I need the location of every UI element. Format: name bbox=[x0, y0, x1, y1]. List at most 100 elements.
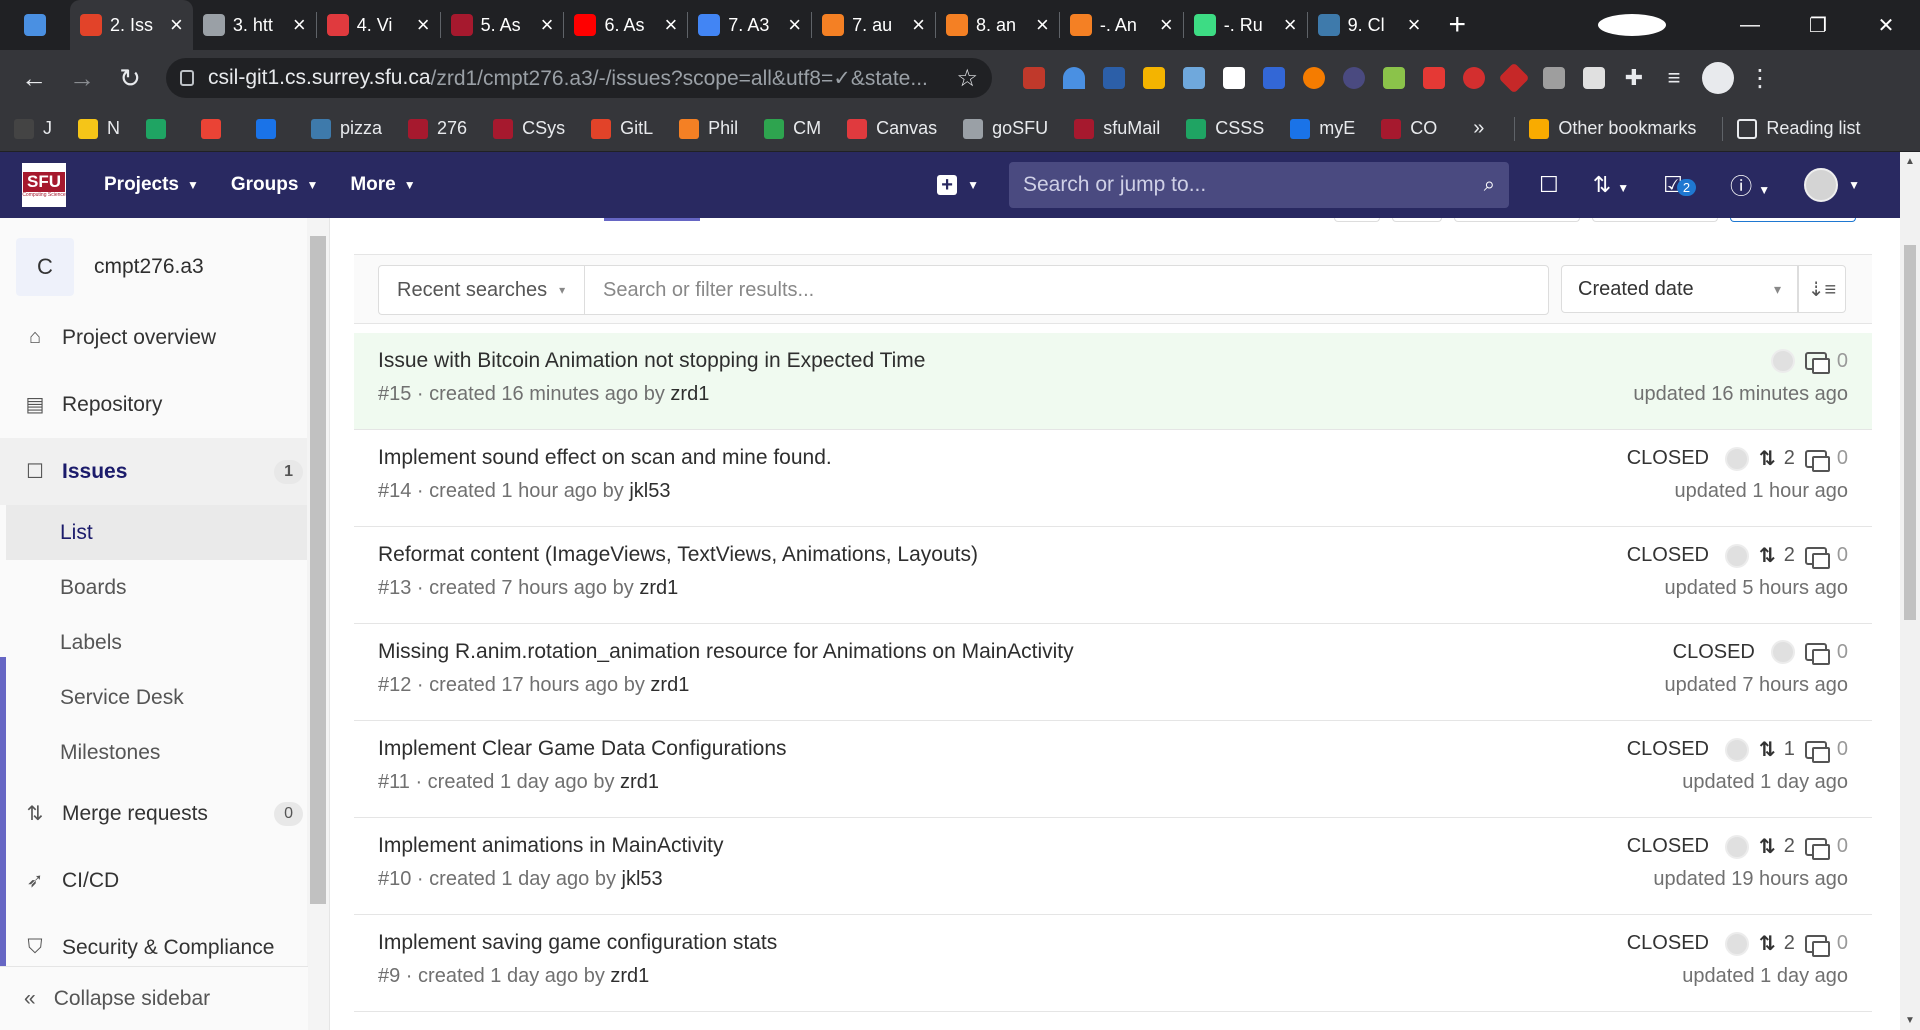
sort-direction-button[interactable]: ⇣≡ bbox=[1798, 265, 1846, 313]
scroll-down-icon[interactable]: ▼ bbox=[1900, 1015, 1920, 1026]
browser-tab[interactable]: 6. As × bbox=[564, 0, 687, 50]
bookmark-item[interactable] bbox=[256, 118, 285, 139]
issue-author-link[interactable]: zrd1 bbox=[620, 771, 659, 793]
bookmark-item[interactable]: Canvas bbox=[847, 118, 937, 139]
issue-row[interactable]: Reformat content (ImageViews, TextViews,… bbox=[354, 527, 1872, 624]
issue-title-link[interactable]: Implement Clear Game Data Configurations bbox=[378, 737, 787, 761]
extension-icon[interactable] bbox=[1014, 58, 1054, 98]
assignee-avatar[interactable] bbox=[1770, 640, 1795, 664]
collapse-sidebar-button[interactable]: « Collapse sidebar bbox=[0, 966, 308, 1030]
sidebar-project[interactable]: C cmpt276.a3 bbox=[0, 218, 329, 304]
scroll-up-icon[interactable]: ▲ bbox=[1900, 156, 1920, 167]
sidebar-subitem-milestones[interactable]: Milestones bbox=[0, 725, 329, 780]
bookmark-item[interactable] bbox=[201, 118, 230, 139]
extension-icon[interactable] bbox=[1574, 58, 1614, 98]
extension-icon[interactable] bbox=[1254, 58, 1294, 98]
close-icon[interactable]: × bbox=[1284, 12, 1297, 38]
close-icon[interactable]: × bbox=[293, 12, 306, 38]
new-dropdown[interactable]: + ▼ bbox=[937, 174, 979, 196]
extension-icon[interactable] bbox=[1054, 58, 1094, 98]
issue-row[interactable]: Implement animations in MainActivity #10 … bbox=[354, 818, 1872, 915]
bookmark-item[interactable]: sfuMail bbox=[1074, 118, 1160, 139]
extension-icon[interactable] bbox=[1134, 58, 1174, 98]
sidebar-item-issues[interactable]: ☐ Issues 1 bbox=[0, 438, 329, 505]
bookmark-item[interactable]: GitL bbox=[591, 118, 653, 139]
page-scrollbar[interactable]: ▲ ▼ bbox=[1900, 152, 1920, 1030]
assignee-avatar[interactable] bbox=[1724, 543, 1749, 568]
other-bookmarks[interactable]: Other bookmarks bbox=[1529, 118, 1696, 139]
close-window-icon[interactable]: ✕ bbox=[1852, 13, 1920, 38]
extension-icon[interactable] bbox=[1534, 58, 1574, 98]
issue-row[interactable]: Implement saving game configuration stat… bbox=[354, 915, 1872, 1012]
close-icon[interactable]: × bbox=[170, 12, 183, 38]
bookmark-item[interactable]: pizza bbox=[311, 118, 382, 139]
browser-tab[interactable]: 4. Vi × bbox=[317, 0, 440, 50]
media-icon[interactable]: ≡ bbox=[1654, 58, 1694, 98]
bookmark-item[interactable]: Phil bbox=[679, 118, 738, 139]
sidebar-item-merge-requests[interactable]: ⇅ Merge requests 0 bbox=[0, 780, 329, 847]
assignee-avatar[interactable] bbox=[1770, 349, 1795, 373]
browser-tab[interactable] bbox=[0, 0, 70, 50]
reading-list[interactable]: Reading list bbox=[1737, 118, 1860, 139]
nav-projects[interactable]: Projects ▼ bbox=[104, 174, 199, 196]
extension-icon[interactable] bbox=[1374, 58, 1414, 98]
sidebar-item-ci-cd[interactable]: ➶ CI/CD bbox=[0, 847, 329, 914]
browser-tab[interactable]: 7. A3 × bbox=[688, 0, 811, 50]
issue-title-link[interactable]: Reformat content (ImageViews, TextViews,… bbox=[378, 543, 978, 567]
assignee-avatar[interactable] bbox=[1724, 737, 1749, 762]
issue-author-link[interactable]: jkl53 bbox=[629, 480, 670, 502]
bookmark-item[interactable]: J bbox=[14, 118, 52, 139]
bookmark-item[interactable]: goSFU bbox=[963, 118, 1048, 139]
issue-author-link[interactable]: zrd1 bbox=[639, 577, 678, 599]
sort-dropdown[interactable]: Created date ▾ bbox=[1561, 265, 1798, 313]
issue-row[interactable]: Implement Clear Game Data Configurations… bbox=[354, 721, 1872, 818]
extension-icon[interactable] bbox=[1094, 58, 1134, 98]
browser-tab[interactable]: 8. an × bbox=[936, 0, 1059, 50]
issue-author-link[interactable]: zrd1 bbox=[610, 965, 649, 987]
filter-search-input[interactable]: Search or filter results... bbox=[584, 265, 1549, 315]
back-icon[interactable]: ← bbox=[10, 63, 58, 94]
sidebar-subitem-list[interactable]: List bbox=[6, 505, 329, 560]
bookmark-item[interactable]: CM bbox=[764, 118, 821, 139]
extension-icon[interactable] bbox=[1174, 58, 1214, 98]
help-icon[interactable]: ⓘ ▼ bbox=[1730, 169, 1770, 201]
profile-avatar[interactable] bbox=[1702, 62, 1734, 94]
issue-author-link[interactable]: zrd1 bbox=[670, 383, 709, 405]
bookmark-star-icon[interactable]: ☆ bbox=[956, 64, 978, 93]
close-icon[interactable]: × bbox=[788, 12, 801, 38]
close-icon[interactable]: × bbox=[912, 12, 925, 38]
forward-icon[interactable]: → bbox=[58, 63, 106, 94]
close-icon[interactable]: × bbox=[664, 12, 677, 38]
puzzle-icon[interactable]: ✚ bbox=[1614, 58, 1654, 98]
browser-tab[interactable]: 7. au × bbox=[812, 0, 935, 50]
merge-request-icon[interactable]: ⇅ ▼ bbox=[1593, 172, 1629, 198]
user-menu[interactable]: ▼ bbox=[1804, 168, 1860, 202]
issue-title-link[interactable]: Missing R.anim.rotation_animation resour… bbox=[378, 640, 1074, 664]
scroll-thumb[interactable] bbox=[1904, 245, 1916, 620]
minimize-icon[interactable]: — bbox=[1716, 14, 1784, 37]
nav-groups[interactable]: Groups ▼ bbox=[231, 174, 318, 196]
issue-title-link[interactable]: Implement animations in MainActivity bbox=[378, 834, 723, 858]
extension-icon[interactable] bbox=[1414, 58, 1454, 98]
menu-kebab-icon[interactable]: ⋮ bbox=[1748, 64, 1772, 93]
sidebar-item-project-overview[interactable]: ⌂ Project overview bbox=[0, 304, 329, 371]
bookmark-item[interactable]: N bbox=[78, 118, 120, 139]
bookmark-item[interactable]: myE bbox=[1290, 118, 1355, 139]
extension-icon[interactable] bbox=[1294, 58, 1334, 98]
sfu-logo[interactable]: SFU Computing Science bbox=[22, 163, 66, 207]
bookmark-item[interactable]: CSSS bbox=[1186, 118, 1264, 139]
restore-icon[interactable]: ❐ bbox=[1784, 13, 1852, 38]
browser-tab[interactable]: 9. Cl × bbox=[1308, 0, 1431, 50]
todos-icon[interactable]: ☑2 bbox=[1663, 172, 1697, 198]
browser-tab[interactable]: -. Ru × bbox=[1184, 0, 1307, 50]
extension-icon[interactable] bbox=[1334, 58, 1374, 98]
global-search-input[interactable]: Search or jump to... ⌕ bbox=[1008, 162, 1509, 208]
issue-title-link[interactable]: Implement sound effect on scan and mine … bbox=[378, 446, 832, 470]
issue-title-link[interactable]: Implement saving game configuration stat… bbox=[378, 931, 777, 955]
extension-icon[interactable] bbox=[1494, 58, 1534, 98]
sidebar-subitem-service-desk[interactable]: Service Desk bbox=[0, 670, 329, 725]
extension-icon[interactable] bbox=[1454, 58, 1494, 98]
browser-tab[interactable]: 2. Iss × bbox=[70, 0, 193, 50]
bookmark-item[interactable] bbox=[146, 118, 175, 139]
nav-more[interactable]: More ▼ bbox=[350, 174, 415, 196]
